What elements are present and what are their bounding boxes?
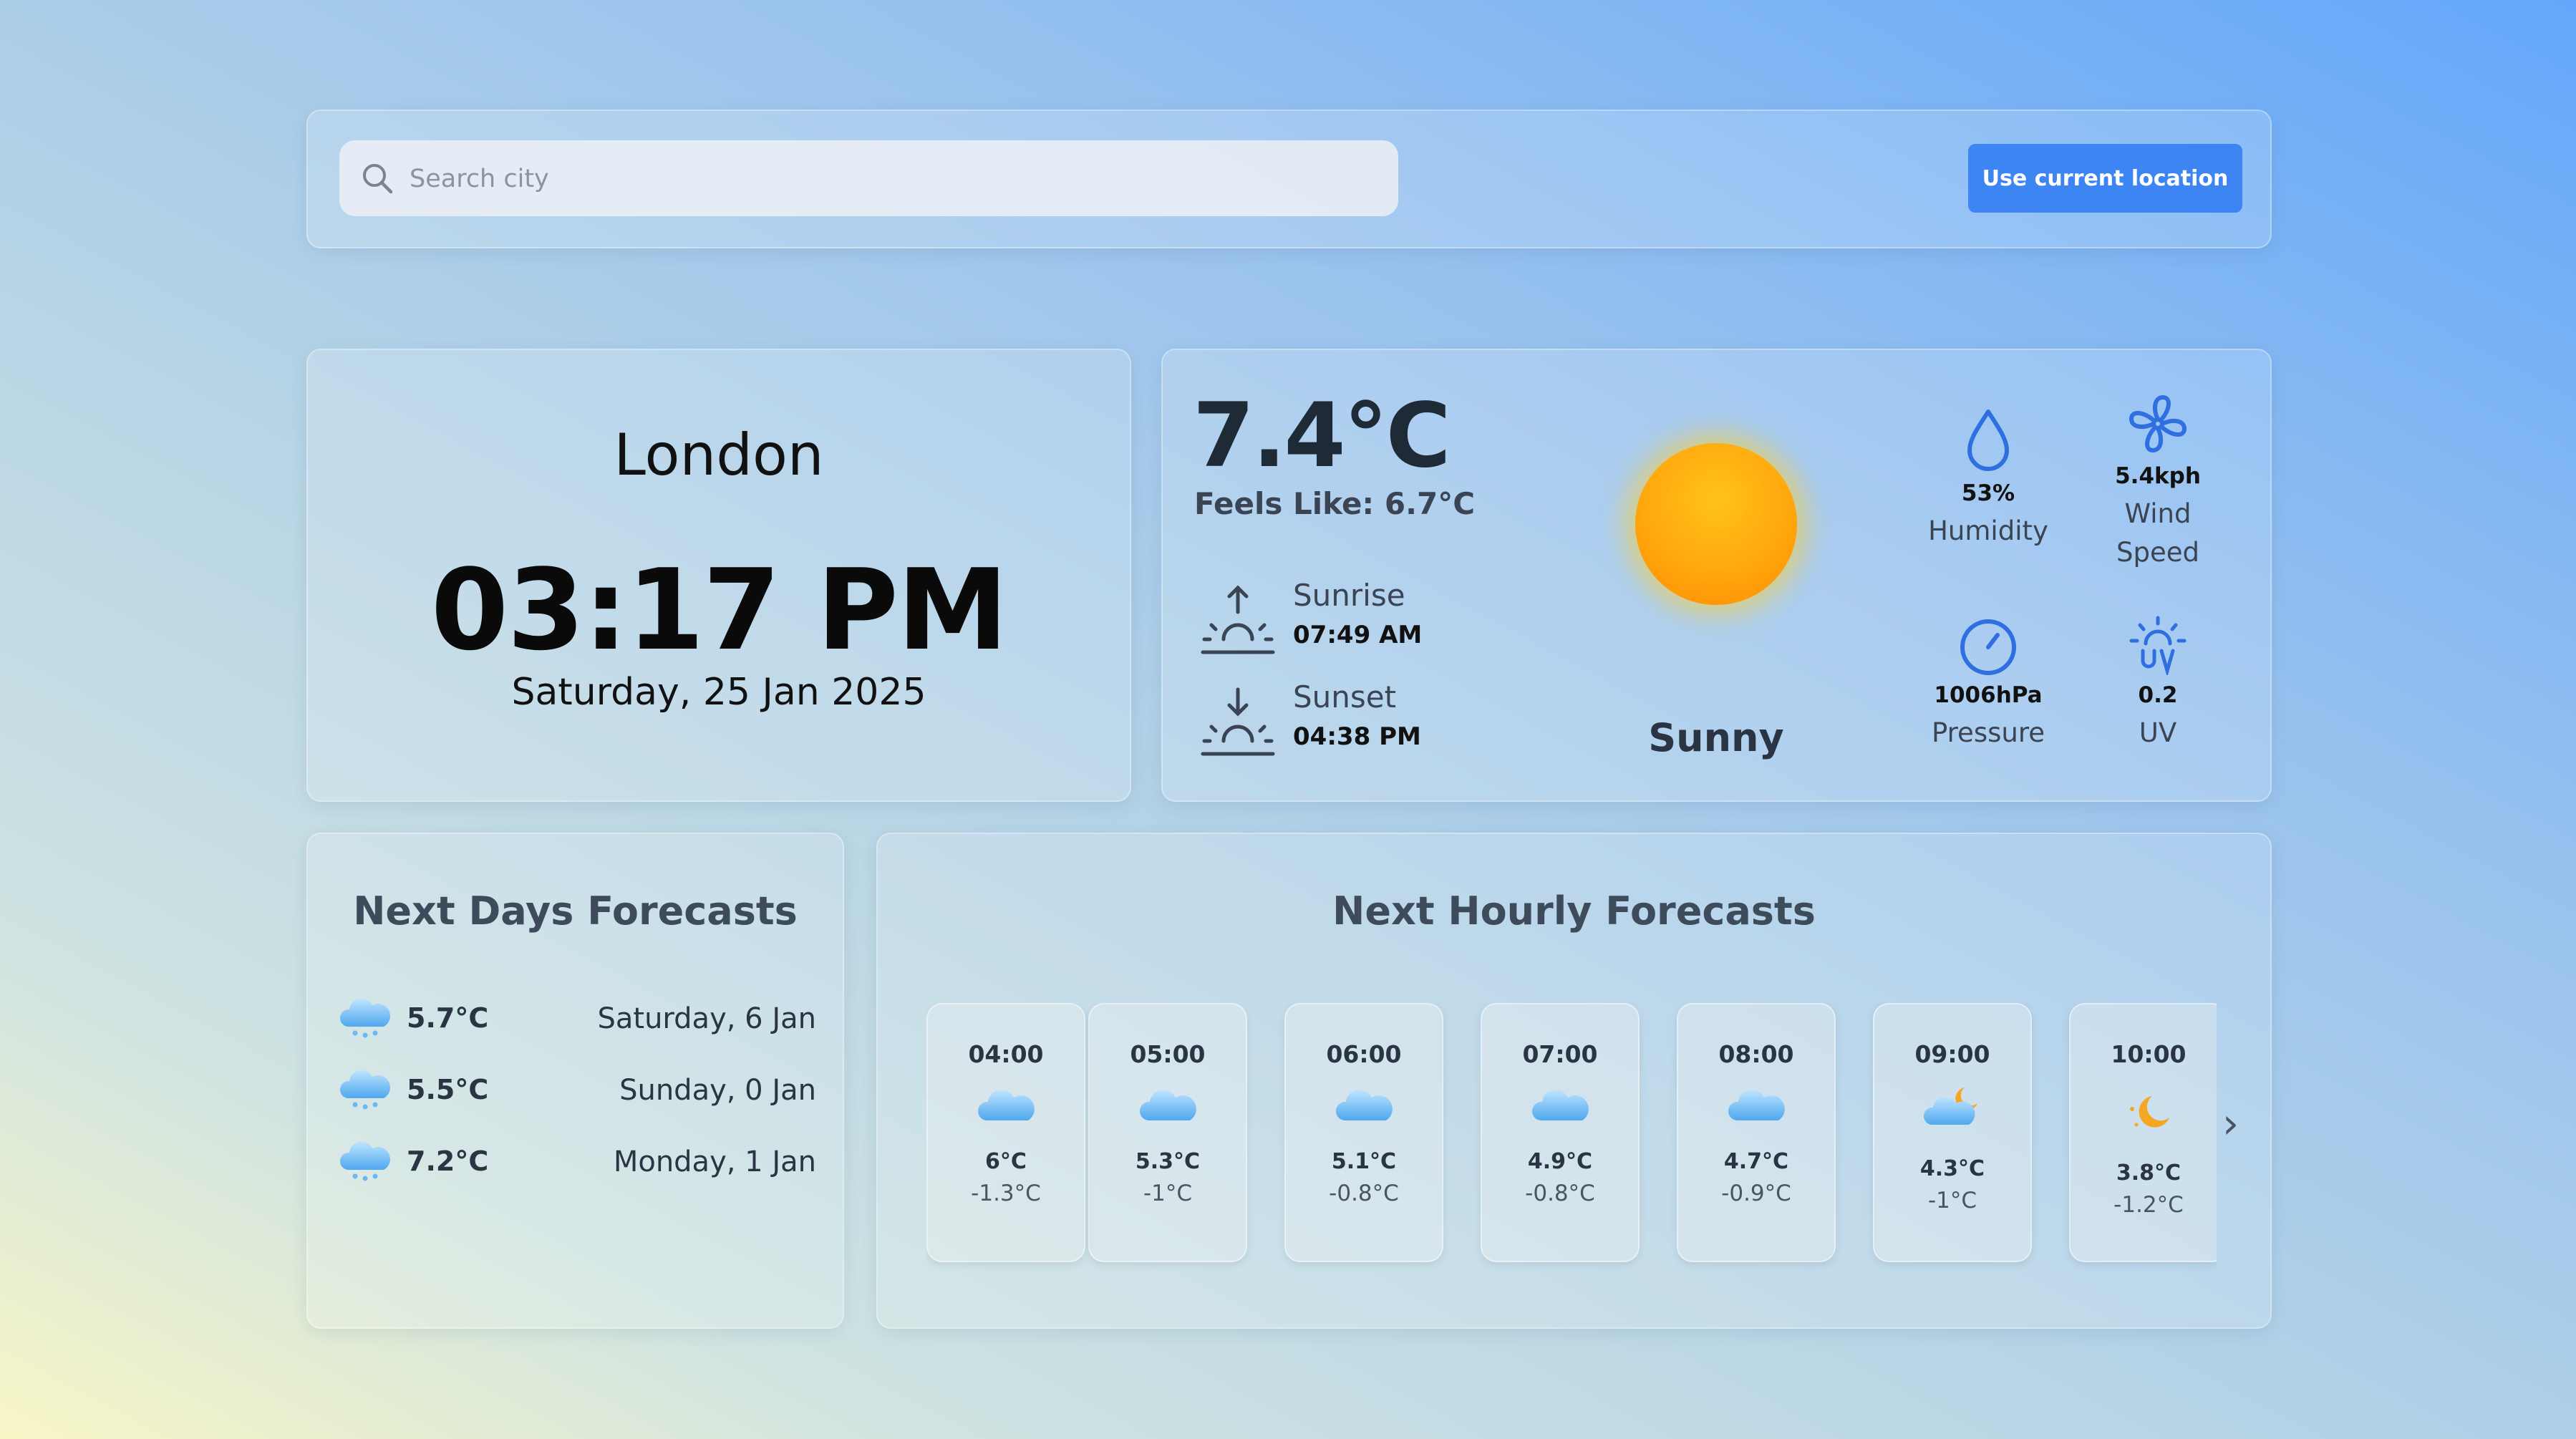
sunset-time: 04:38 PM — [1293, 722, 1421, 751]
uv-stat: 0.2 UV — [2086, 615, 2229, 752]
hourly-forecast-item: 09:00 4.3°C -1°C — [1873, 1003, 2032, 1262]
sun-icon — [1635, 443, 1797, 605]
current-time: 03:17 PM — [430, 545, 1008, 675]
current-date: Saturday, 25 Jan 2025 — [511, 671, 926, 714]
current-temperature: 7.4°C — [1193, 384, 1451, 488]
cloud-snow-icon — [339, 1070, 390, 1110]
wind-stat: 5.4kph Wind Speed — [2086, 392, 2229, 572]
hour-time: 07:00 — [1522, 1040, 1598, 1068]
hourly-forecast-item: 10:00 3.8°C -1.2°C — [2069, 1003, 2217, 1262]
day-date: Sunday, 0 Jan — [619, 1074, 816, 1107]
wind-value: 5.4kph — [2115, 463, 2201, 489]
hourly-forecast-list[interactable]: 05:00 5.3°C -1°C 04:00 6°C -1.3°C 06:00 … — [926, 1003, 2217, 1275]
hour-time: 05:00 — [1130, 1040, 1206, 1068]
hourly-forecast-item: 04:00 6°C -1.3°C — [926, 1003, 1085, 1262]
hourly-forecast-item: 06:00 5.1°C -0.8°C — [1284, 1003, 1443, 1262]
hour-feels-like: -0.8°C — [1525, 1181, 1595, 1206]
hour-time: 08:00 — [1718, 1040, 1794, 1068]
daily-forecast-row: 5.5°C Sunday, 0 Jan — [336, 1062, 816, 1120]
daily-forecast-row: 5.7°C Saturday, 6 Jan — [336, 991, 816, 1048]
pressure-label: Pressure — [1932, 717, 2045, 748]
uv-label: UV — [2139, 717, 2177, 748]
city-name: London — [614, 422, 824, 488]
uv-value: 0.2 — [2138, 682, 2178, 708]
hourly-forecast-item: 07:00 4.9°C -0.8°C — [1481, 1003, 1640, 1262]
humidity-label: Humidity — [1928, 515, 2048, 546]
sunrise-label: Sunrise — [1293, 578, 1405, 613]
hour-temperature: 4.3°C — [1919, 1156, 1985, 1181]
hour-temperature: 6°C — [985, 1149, 1027, 1174]
search-input[interactable] — [408, 140, 1370, 218]
hour-temperature: 4.9°C — [1527, 1149, 1593, 1174]
hour-time: 06:00 — [1326, 1040, 1402, 1068]
sunrise-icon — [1201, 585, 1275, 654]
hourly-forecast-title: Next Hourly Forecasts — [1332, 888, 1816, 934]
daily-forecast-title: Next Days Forecasts — [353, 888, 798, 934]
day-temperature: 7.2°C — [407, 1145, 489, 1177]
hour-temperature: 5.3°C — [1135, 1149, 1201, 1174]
cloud-icon — [1139, 1090, 1196, 1120]
cloud-icon — [1335, 1090, 1393, 1120]
hour-feels-like: -1.3°C — [971, 1181, 1041, 1206]
moon-icon — [2130, 1096, 2169, 1128]
hour-feels-like: -1°C — [1143, 1181, 1193, 1206]
hour-time: 04:00 — [968, 1040, 1044, 1068]
hour-temperature: 5.1°C — [1331, 1149, 1397, 1174]
sunrise-time: 07:49 AM — [1293, 621, 1423, 649]
hour-feels-like: -1°C — [1927, 1188, 1977, 1213]
day-temperature: 5.7°C — [407, 1002, 489, 1034]
humidity-value: 53% — [1961, 480, 2015, 506]
pressure-value: 1006hPa — [1934, 682, 2043, 708]
fan-icon — [2129, 395, 2187, 452]
droplet-icon — [1967, 410, 2009, 471]
daily-forecast-row: 7.2°C Monday, 1 Jan — [336, 1134, 816, 1191]
wind-label: Wind Speed — [2116, 498, 2199, 568]
use-current-location-button[interactable]: Use current location — [1968, 144, 2242, 213]
gauge-icon — [1960, 619, 2016, 675]
day-temperature: 5.5°C — [407, 1074, 489, 1105]
cloud-icon — [1531, 1090, 1589, 1120]
hour-temperature: 4.7°C — [1723, 1149, 1789, 1174]
humidity-stat: 53% Humidity — [1909, 407, 2067, 551]
hour-temperature: 3.8°C — [2116, 1161, 2182, 1186]
hourly-forecast-card: Next Hourly Forecasts 05:00 5.3°C -1°C 0… — [876, 833, 2272, 1329]
hour-feels-like: -0.9°C — [1721, 1181, 1791, 1206]
hour-time: 09:00 — [1914, 1040, 1990, 1068]
pressure-stat: 1006hPa Pressure — [1909, 615, 2067, 752]
feels-like: Feels Like: 6.7°C — [1194, 486, 1476, 521]
current-weather-card: 7.4°C Feels Like: 6.7°C Sunrise 07:49 AM… — [1161, 349, 2272, 802]
cloud-icon — [977, 1090, 1035, 1120]
weather-condition: Sunny — [1648, 715, 1784, 760]
search-box[interactable] — [339, 140, 1398, 218]
cloud-snow-icon — [339, 1141, 390, 1181]
uv-icon — [2129, 616, 2187, 675]
day-date: Monday, 1 Jan — [613, 1145, 816, 1178]
sunset-label: Sunset — [1293, 679, 1397, 714]
hour-feels-like: -0.8°C — [1329, 1181, 1399, 1206]
daily-forecast-card: Next Days Forecasts 5.7°C Saturday, 6 Ja… — [306, 833, 844, 1329]
hourly-forecast-item: 08:00 4.7°C -0.9°C — [1677, 1003, 1836, 1262]
cloud-moon-icon — [1923, 1087, 1977, 1125]
cloud-snow-icon — [339, 998, 390, 1038]
hourly-forecast-item: 05:00 5.3°C -1°C — [1088, 1003, 1247, 1262]
city-time-card: London 03:17 PM Saturday, 25 Jan 2025 — [306, 349, 1131, 802]
sunset-info: Sunset 04:38 PM — [1199, 679, 1485, 765]
hourly-next-arrow[interactable]: › — [2222, 1099, 2239, 1148]
search-bar: Use current location — [306, 110, 2272, 248]
sunset-icon — [1201, 687, 1275, 756]
hour-time: 10:00 — [2111, 1040, 2187, 1068]
search-icon — [363, 164, 393, 194]
cloud-icon — [1728, 1090, 1785, 1120]
sunrise-info: Sunrise 07:49 AM — [1199, 578, 1485, 664]
hour-feels-like: -1.2°C — [2113, 1192, 2184, 1218]
day-date: Saturday, 6 Jan — [597, 1002, 816, 1035]
